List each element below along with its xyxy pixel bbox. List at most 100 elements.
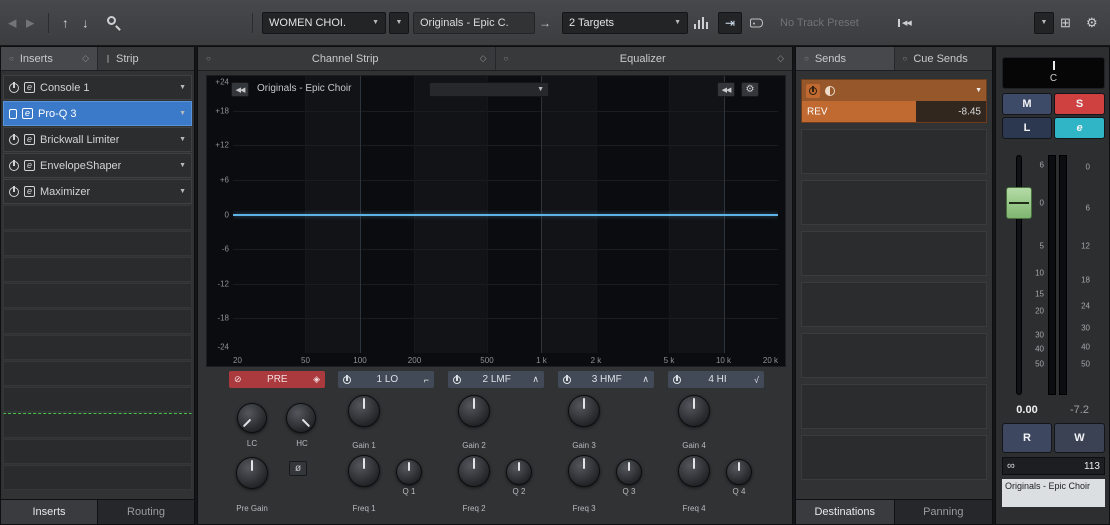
search-icon[interactable]: [106, 15, 122, 31]
chevron-down-icon[interactable]: ▼: [179, 162, 186, 169]
channel-selector[interactable]: WOMEN CHOI. ▼: [262, 11, 386, 34]
bottom-tab-panning[interactable]: Panning: [894, 500, 992, 524]
listen-button[interactable]: L: [1002, 117, 1052, 139]
send-power-icon[interactable]: [806, 83, 820, 98]
freq-knob[interactable]: [568, 455, 600, 487]
send-slot-rev[interactable]: ▼ REV -8.45: [801, 79, 987, 123]
bottom-tab-routing[interactable]: Routing: [98, 500, 194, 524]
pre-bypass-icon[interactable]: ⊘: [234, 374, 242, 385]
send-slot-empty[interactable]: [801, 231, 987, 276]
power-icon[interactable]: [343, 374, 351, 384]
insert-slot-proq3[interactable]: e Pro-Q 3 ▼: [3, 101, 192, 126]
tab-inserts[interactable]: ○ Inserts ◇: [1, 47, 98, 70]
bottom-tab-destinations[interactable]: Destinations: [796, 500, 895, 524]
ab-compare-icon[interactable]: ◈: [313, 374, 320, 385]
send-slot-empty[interactable]: [801, 282, 987, 327]
power-icon[interactable]: [9, 159, 19, 171]
nav-up-icon[interactable]: ↑: [62, 15, 69, 30]
edit-plugin-icon[interactable]: e: [22, 108, 33, 119]
edit-plugin-icon[interactable]: e: [24, 186, 35, 197]
functions-menu-button[interactable]: ▼: [1034, 11, 1054, 34]
tab-cue-sends[interactable]: ○ Cue Sends: [895, 47, 993, 70]
chevron-down-icon[interactable]: ▼: [975, 87, 982, 94]
peak-value[interactable]: -7.2: [1054, 404, 1105, 416]
phase-invert-button[interactable]: ø: [289, 461, 307, 476]
chevron-down-icon[interactable]: ▼: [179, 84, 186, 91]
meter-bars-icon[interactable]: [694, 16, 708, 29]
power-icon[interactable]: [9, 133, 19, 145]
q-knob[interactable]: [396, 459, 422, 485]
power-icon[interactable]: [453, 374, 461, 384]
bottom-tab-inserts[interactable]: Inserts: [1, 500, 98, 524]
eq-curve-area[interactable]: [233, 76, 778, 353]
q-knob[interactable]: [506, 459, 532, 485]
power-icon[interactable]: [9, 81, 19, 93]
power-icon[interactable]: [673, 374, 681, 384]
insert-slot-empty-prepost-divider[interactable]: [3, 413, 192, 438]
read-automation-button[interactable]: R: [1002, 423, 1052, 453]
solo-button[interactable]: S: [1054, 93, 1105, 115]
gain-knob[interactable]: [568, 395, 600, 427]
high-cut-knob[interactable]: [286, 403, 316, 433]
gain-knob[interactable]: [458, 395, 490, 427]
freq-knob[interactable]: [678, 455, 710, 487]
channel-strip-arrow-button[interactable]: ⇥: [718, 11, 742, 34]
tab-strip[interactable]: ∥ Strip: [98, 47, 194, 70]
freq-knob[interactable]: [348, 455, 380, 487]
insert-slot-empty[interactable]: [3, 205, 192, 230]
insert-slot-empty[interactable]: [3, 361, 192, 386]
gear-icon[interactable]: ⚙: [741, 82, 759, 97]
power-icon[interactable]: [563, 374, 571, 384]
send-slot-empty[interactable]: [801, 180, 987, 225]
band-shape-icon[interactable]: ⌐: [424, 375, 429, 385]
nav-forward-icon[interactable]: ▶: [26, 16, 34, 29]
tab-equalizer[interactable]: ○ Equalizer ◇: [496, 47, 793, 70]
chevron-down-icon[interactable]: ▼: [179, 110, 186, 117]
preset-name-field[interactable]: Originals - Epic C.: [413, 11, 535, 34]
reset-eq-icon[interactable]: ◀◀: [717, 82, 735, 97]
q-knob[interactable]: [616, 459, 642, 485]
low-cut-knob[interactable]: [237, 403, 267, 433]
bypass-icon[interactable]: [9, 108, 17, 119]
nav-back-icon[interactable]: ◀: [8, 16, 16, 29]
mute-button[interactable]: M: [1002, 93, 1052, 115]
chevron-down-icon[interactable]: ▼: [179, 188, 186, 195]
eq-band-2-header[interactable]: 2 LMF ∧: [448, 371, 544, 388]
load-preset-arrow-icon[interactable]: →: [539, 16, 551, 30]
pre-gain-knob[interactable]: [236, 457, 268, 489]
send-slot-empty[interactable]: [801, 384, 987, 429]
insert-slot-empty[interactable]: [3, 257, 192, 282]
nav-down-icon[interactable]: ↓: [82, 15, 89, 30]
insert-slot-empty[interactable]: [3, 283, 192, 308]
edit-plugin-icon[interactable]: e: [24, 134, 35, 145]
q-knob[interactable]: [726, 459, 752, 485]
insert-slot-empty[interactable]: [3, 439, 192, 464]
band-shape-icon[interactable]: √: [754, 375, 759, 385]
insert-slot-empty[interactable]: [3, 387, 192, 412]
send-slot-empty[interactable]: [801, 129, 987, 174]
edit-channel-button[interactable]: e: [1054, 117, 1105, 139]
meter-max-value[interactable]: 113: [1084, 461, 1100, 472]
pre-post-icon[interactable]: [825, 85, 835, 96]
track-preset-icon[interactable]: [750, 18, 763, 27]
skip-back-icon[interactable]: ◀◀: [898, 18, 912, 27]
band-shape-icon[interactable]: ∧: [642, 374, 649, 385]
eq-band-4-header[interactable]: 4 HI √: [668, 371, 764, 388]
insert-slot-brickwall[interactable]: e Brickwall Limiter ▼: [3, 127, 192, 152]
send-slot-empty[interactable]: [801, 435, 987, 480]
gain-knob[interactable]: [348, 395, 380, 427]
edit-plugin-icon[interactable]: e: [24, 160, 35, 171]
targets-selector[interactable]: 2 Targets ▼: [562, 11, 688, 34]
freq-knob[interactable]: [458, 455, 490, 487]
gear-icon[interactable]: ⚙: [1086, 15, 1098, 31]
eq-pre-header[interactable]: ⊘ PRE ◈: [229, 371, 325, 388]
channel-menu-button[interactable]: ▼: [389, 11, 409, 34]
gain-value[interactable]: 0.00: [1002, 404, 1052, 416]
edit-plugin-icon[interactable]: e: [24, 82, 35, 93]
insert-slot-envelopeshaper[interactable]: e EnvelopeShaper ▼: [3, 153, 192, 178]
tab-sends[interactable]: ○ Sends: [796, 47, 895, 70]
tab-channel-strip[interactable]: ○ Channel Strip ◇: [198, 47, 496, 70]
insert-slot-maximizer[interactable]: e Maximizer ▼: [3, 179, 192, 204]
band-shape-icon[interactable]: ∧: [532, 374, 539, 385]
insert-slot-empty[interactable]: [3, 465, 192, 490]
